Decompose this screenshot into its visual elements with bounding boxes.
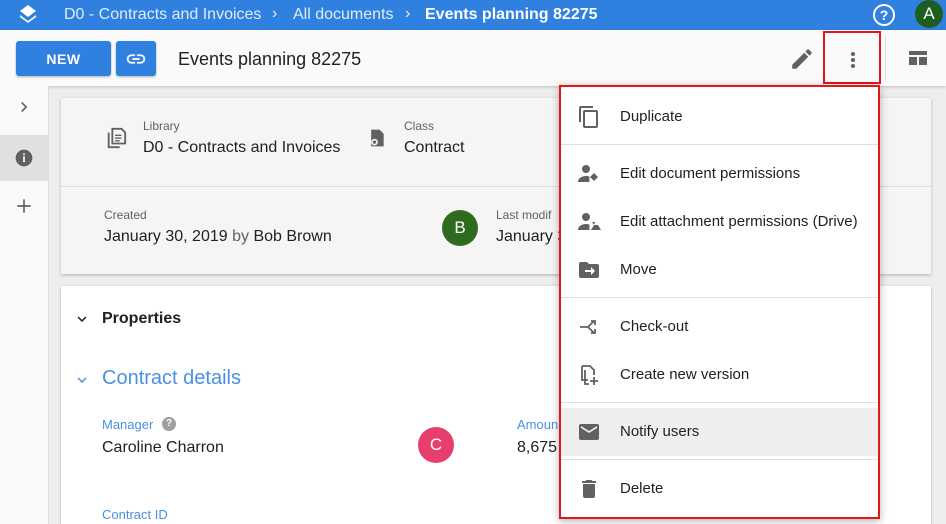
copy-icon (579, 106, 598, 128)
mail-icon (579, 424, 599, 440)
chevron-down-icon[interactable] (73, 310, 91, 328)
breadcrumb-all-documents[interactable]: All documents (293, 6, 394, 24)
user-avatar[interactable]: A (915, 0, 943, 28)
info-tab-button[interactable] (0, 135, 48, 181)
document-title: Events planning 82275 (178, 49, 362, 69)
more-actions-menu: Duplicate Edit document permissions Edit… (559, 85, 880, 519)
menu-item-label: Duplicate (620, 108, 683, 125)
menu-item-label: Delete (620, 480, 664, 497)
menu-item-edit-document-permissions[interactable]: Edit document permissions (561, 150, 878, 198)
library-value: D0 - Contracts and Invoices (143, 139, 341, 156)
new-button[interactable]: NEW (16, 41, 111, 76)
copy-link-button[interactable] (116, 41, 156, 76)
properties-title[interactable]: Properties (102, 310, 181, 328)
new-version-icon (581, 365, 598, 385)
chevron-right-icon (21, 102, 28, 112)
document-toolbar: NEW Events planning 82275 (0, 30, 946, 86)
menu-item-label: Create new version (620, 366, 750, 383)
menu-item-delete[interactable]: Delete (561, 465, 878, 513)
creator-avatar: B (442, 210, 478, 246)
contract-id-label: Contract ID (102, 507, 168, 522)
toolbar-divider (885, 36, 886, 80)
contract-details-title[interactable]: Contract details (102, 367, 241, 390)
breadcrumb-current: Events planning 82275 (425, 6, 598, 23)
amount-value: 8,675 (517, 439, 558, 456)
top-bar: D0 - Contracts and Invoices › All docume… (0, 0, 946, 30)
menu-item-label: Edit attachment permissions (Drive) (620, 213, 858, 230)
user-permissions-icon (578, 165, 598, 182)
breadcrumb-library[interactable]: D0 - Contracts and Invoices (64, 6, 261, 24)
edit-pencil-icon[interactable] (789, 46, 815, 72)
link-icon (126, 54, 146, 64)
last-modified-value: January 3 (496, 228, 567, 245)
menu-item-label: Edit document permissions (620, 165, 801, 182)
menu-divider (561, 144, 878, 145)
created-value: January 30, 2019 by Bob Brown (104, 228, 332, 246)
menu-item-notify-users[interactable]: Notify users (561, 408, 878, 456)
checkout-icon (580, 320, 596, 334)
menu-item-label: Move (620, 261, 657, 278)
menu-divider (561, 402, 878, 403)
created-by-word: by (232, 228, 250, 245)
menu-divider (561, 297, 878, 298)
manager-label: Manager (102, 417, 154, 432)
manager-value: Caroline Charron (102, 439, 224, 456)
expand-panel-button[interactable] (0, 86, 48, 132)
last-modified-label: Last modif (496, 208, 552, 222)
library-label: Library (143, 119, 180, 133)
more-actions-button[interactable] (823, 31, 881, 84)
breadcrumb-chevron-icon: › (272, 5, 278, 22)
more-vertical-icon (851, 52, 855, 68)
section-chevron-down-icon[interactable] (73, 371, 91, 389)
menu-item-label: Notify users (620, 423, 700, 440)
class-label: Class (404, 119, 435, 133)
library-icon (107, 127, 127, 149)
plus-icon (17, 199, 31, 213)
manager-avatar: C (418, 427, 454, 463)
breadcrumb-chevron-icon: › (405, 5, 411, 22)
menu-item-label: Check-out (620, 318, 689, 335)
help-circle-icon[interactable]: ? (873, 4, 895, 26)
created-user[interactable]: Bob Brown (253, 228, 331, 245)
class-value: Contract (404, 139, 465, 156)
info-icon (15, 149, 33, 167)
menu-divider (561, 459, 878, 460)
move-folder-icon (579, 262, 599, 278)
layout-panel-icon[interactable] (906, 46, 930, 70)
menu-item-edit-attachment-permissions[interactable]: Edit attachment permissions (Drive) (561, 198, 878, 246)
menu-item-create-new-version[interactable]: Create new version (561, 351, 878, 399)
app-logo-icon[interactable] (16, 3, 40, 27)
menu-item-check-out[interactable]: Check-out (561, 303, 878, 351)
trash-icon (582, 480, 596, 498)
created-date: January 30, 2019 (104, 228, 228, 245)
created-label: Created (104, 208, 147, 222)
amount-label: Amoun (517, 417, 559, 432)
add-button[interactable] (0, 183, 48, 229)
drive-permissions-icon (578, 213, 601, 230)
menu-item-move[interactable]: Move (561, 246, 878, 294)
class-icon (371, 129, 384, 147)
help-icon[interactable]: ? (162, 417, 176, 431)
menu-item-duplicate[interactable]: Duplicate (561, 93, 878, 141)
left-rail (0, 86, 49, 524)
